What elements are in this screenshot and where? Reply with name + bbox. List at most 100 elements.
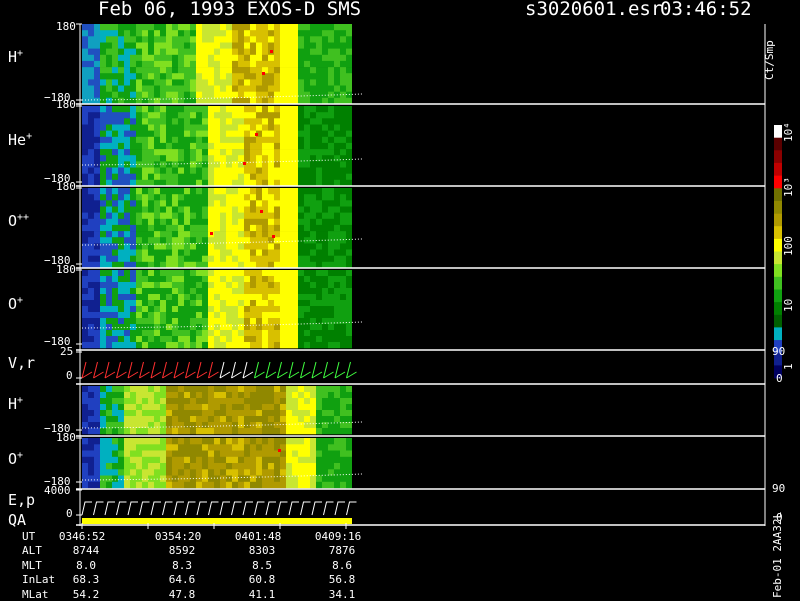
heatmap-cell bbox=[196, 149, 202, 156]
heatmap-cell bbox=[292, 469, 298, 476]
heatmap-cell bbox=[214, 324, 220, 331]
heatmap-cell bbox=[262, 149, 268, 156]
heatmap-cell bbox=[340, 249, 346, 256]
heatmap-cell bbox=[310, 224, 316, 232]
heatmap-cell bbox=[100, 200, 106, 207]
heatmap-cell bbox=[94, 288, 100, 295]
heatmap-cell bbox=[328, 312, 334, 319]
heatmap-cell bbox=[82, 392, 88, 399]
heatmap-cell bbox=[292, 386, 298, 393]
heatmap-cell bbox=[340, 42, 346, 49]
heatmap-cell bbox=[244, 85, 250, 92]
heatmap-cell bbox=[256, 463, 262, 470]
heatmap-cell bbox=[202, 294, 208, 301]
heatmap-cell bbox=[94, 422, 100, 429]
heatmap-cell bbox=[178, 288, 184, 295]
heatmap-cell bbox=[112, 130, 118, 138]
heatmap-cell bbox=[304, 231, 310, 238]
heatmap-cell bbox=[244, 463, 250, 470]
heatmap-cell bbox=[208, 73, 214, 80]
heatmap-cell bbox=[292, 36, 298, 43]
heatmap-cell bbox=[340, 161, 346, 168]
heatmap-cell bbox=[238, 218, 244, 226]
heatmap-cell bbox=[148, 404, 154, 411]
heatmap-cell bbox=[88, 294, 94, 301]
heatmap-cell bbox=[244, 155, 250, 162]
heatmap-cell bbox=[178, 481, 184, 489]
heatmap-cell bbox=[250, 342, 256, 349]
heatmap-cell bbox=[190, 422, 196, 429]
heatmap-cell bbox=[298, 300, 304, 307]
heatmap-cell bbox=[268, 67, 274, 74]
heatmap-cell bbox=[310, 438, 316, 445]
heatmap-cell bbox=[178, 416, 184, 423]
heatmap-cell bbox=[178, 330, 184, 337]
colorbar-unit: Ct/Smp bbox=[763, 40, 776, 80]
heatmap-cell bbox=[208, 24, 214, 31]
heatmap-cell bbox=[316, 60, 322, 68]
heatmap-cell bbox=[316, 67, 322, 74]
heatmap-cell bbox=[304, 54, 310, 62]
heatmap-cell bbox=[94, 194, 100, 201]
heatmap-cell bbox=[208, 212, 214, 220]
heatmap-cell bbox=[154, 330, 160, 337]
heatmap-cell bbox=[280, 276, 286, 283]
heatmap-cell bbox=[136, 124, 142, 131]
heatmap-cell bbox=[94, 36, 100, 43]
heatmap-cell bbox=[136, 416, 142, 423]
heatmap-cell bbox=[262, 200, 268, 207]
heatmap-cell bbox=[142, 249, 148, 256]
heatmap-cell bbox=[142, 398, 148, 405]
heatmap-cell bbox=[172, 312, 178, 319]
heatmap-cell bbox=[124, 42, 130, 49]
heatmap-cell bbox=[178, 444, 184, 451]
heatmap-cell bbox=[346, 270, 352, 277]
heatmap-cell bbox=[322, 200, 328, 207]
heatmap-cell bbox=[286, 450, 292, 457]
heatmap-cell bbox=[256, 79, 262, 86]
heatmap-cell bbox=[208, 249, 214, 256]
heatmap-cell bbox=[298, 149, 304, 156]
footer-value: 56.8 bbox=[328, 573, 356, 587]
heatmap-cell bbox=[136, 410, 142, 417]
heatmap-cell bbox=[196, 237, 202, 244]
heatmap-cell bbox=[238, 200, 244, 207]
heatmap-cell bbox=[172, 212, 178, 220]
heatmap-cell bbox=[250, 200, 256, 207]
heatmap-cell bbox=[328, 54, 334, 62]
heatmap-cell bbox=[232, 324, 238, 331]
heatmap-cell bbox=[238, 270, 244, 277]
heatmap-cell bbox=[274, 270, 280, 277]
heatmap-cell bbox=[118, 450, 124, 457]
heatmap-cell bbox=[154, 54, 160, 62]
heatmap-cell bbox=[256, 438, 262, 445]
heatmap-cell bbox=[196, 398, 202, 405]
heatmap-cell bbox=[124, 24, 130, 31]
heatmap-cell bbox=[208, 173, 214, 181]
heatmap-cell bbox=[136, 30, 142, 37]
heatmap-cell bbox=[226, 136, 232, 144]
heatmap-cell bbox=[226, 475, 232, 482]
heatmap-cell bbox=[202, 48, 208, 56]
heatmap-cell bbox=[142, 450, 148, 457]
heatmap-cell bbox=[160, 224, 166, 232]
heatmap-cell bbox=[94, 79, 100, 86]
heatmap-cell bbox=[118, 30, 124, 37]
heatmap-cell bbox=[244, 300, 250, 307]
heatmap-cell bbox=[346, 444, 352, 451]
heatmap-cell bbox=[100, 112, 106, 119]
heatmap-cell bbox=[166, 410, 172, 417]
heatmap-cell bbox=[106, 276, 112, 283]
heatmap-cell bbox=[160, 79, 166, 86]
heatmap-cell bbox=[136, 85, 142, 92]
heatmap-cell bbox=[292, 342, 298, 349]
heatmap-cell bbox=[196, 54, 202, 62]
footer-row-name: ALT bbox=[22, 544, 42, 558]
heatmap-cell bbox=[304, 342, 310, 349]
heatmap-cell bbox=[214, 73, 220, 80]
heatmap-cell bbox=[160, 306, 166, 313]
heatmap-cell bbox=[112, 249, 118, 256]
heatmap-cell bbox=[316, 330, 322, 337]
heatmap-cell bbox=[82, 212, 88, 220]
heatmap-cell bbox=[322, 416, 328, 423]
